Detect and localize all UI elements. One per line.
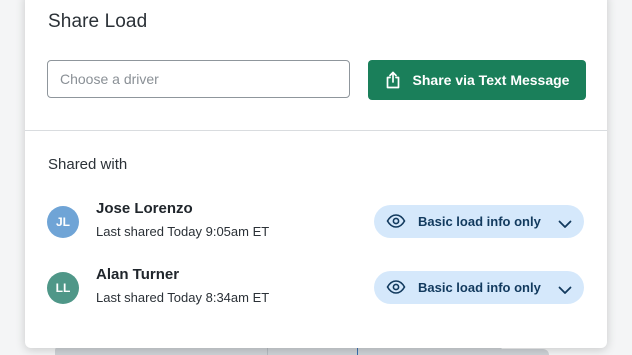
permission-label: Basic load info only [418, 280, 541, 295]
shared-driver-row: JL Jose Lorenzo Last shared Today 9:05am… [25, 197, 607, 245]
share-button-label: Share via Text Message [412, 72, 570, 88]
shared-with-heading: Shared with [48, 156, 128, 173]
last-shared-text: Last shared Today 8:34am ET [96, 290, 270, 305]
permission-label: Basic load info only [418, 214, 541, 229]
permission-dropdown[interactable]: Basic load info only [374, 205, 584, 238]
share-via-text-button[interactable]: Share via Text Message [368, 60, 586, 100]
section-divider [25, 130, 607, 131]
driver-name: Jose Lorenzo [96, 200, 193, 217]
permission-dropdown[interactable]: Basic load info only [374, 271, 584, 304]
avatar: JL [47, 206, 79, 238]
share-load-dialog: Share Load Share via Text Message Shared… [25, 0, 607, 348]
background-pill [497, 349, 549, 355]
chevron-down-icon [558, 216, 572, 234]
driver-search-input[interactable] [47, 60, 350, 98]
chevron-down-icon [558, 282, 572, 300]
last-shared-text: Last shared Today 9:05am ET [96, 224, 270, 239]
background-marker [357, 347, 358, 355]
page: Share Load Share via Text Message Shared… [0, 0, 632, 355]
driver-name: Alan Turner [96, 266, 180, 283]
share-upload-icon [385, 71, 401, 89]
background-content [55, 347, 502, 355]
eye-icon [386, 280, 406, 299]
dialog-title: Share Load [48, 11, 148, 32]
avatar: LL [47, 272, 79, 304]
background-divider [267, 347, 268, 355]
eye-icon [386, 214, 406, 233]
shared-driver-row: LL Alan Turner Last shared Today 8:34am … [25, 263, 607, 311]
